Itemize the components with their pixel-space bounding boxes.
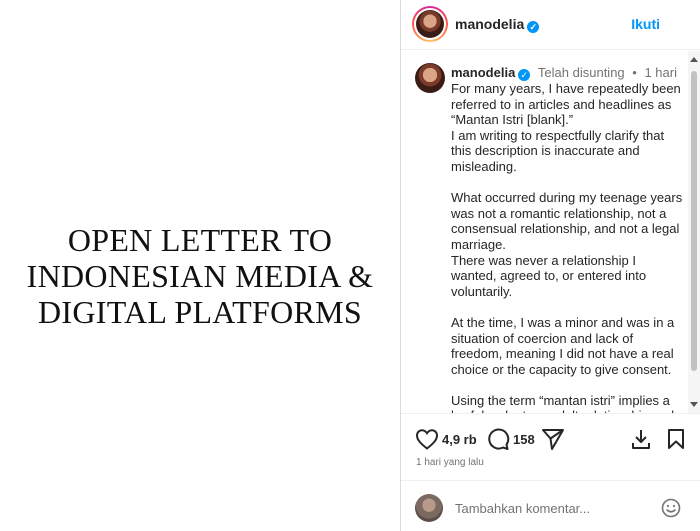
scroll-down-arrow-icon[interactable] (690, 402, 698, 407)
post-side-panel: manodelia ✓ Ikuti manodelia ✓ Telah disunt… (401, 0, 700, 531)
share-send-icon[interactable] (541, 428, 565, 450)
download-icon[interactable] (630, 428, 652, 450)
comment-input[interactable] (455, 498, 645, 518)
headline-line: DIGITAL PLATFORMS (37, 293, 363, 330)
caption-avatar[interactable] (415, 63, 445, 93)
caption-gap (451, 377, 683, 393)
bookmark-save-icon[interactable] (666, 428, 686, 450)
verified-badge-icon: ✓ (527, 21, 540, 33)
caption: manodelia ✓ Telah disunting • 1 hari For … (451, 65, 683, 413)
headline-line: INDONESIAN MEDIA & (26, 257, 374, 294)
caption-meta: manodelia ✓ Telah disunting • 1 hari (451, 65, 683, 81)
comments-scroll-area[interactable]: manodelia ✓ Telah disunting • 1 hari For … (401, 51, 700, 413)
add-comment-bar (401, 480, 700, 531)
author-username-container: manodelia ✓ (455, 16, 540, 33)
avatar-image (416, 10, 444, 38)
caption-line: At the time, I was a minor and was in a … (451, 314, 675, 377)
action-bar: 4,9 rb 158 (401, 413, 700, 463)
caption-username[interactable]: manodelia (451, 65, 515, 80)
meta-separator: • (632, 65, 637, 80)
verified-badge-icon: ✓ (518, 69, 531, 81)
edited-label: Telah disunting (537, 65, 625, 80)
like-count[interactable]: 4,9 rb (442, 432, 477, 447)
caption-line: For many years, I have repeatedly been r… (451, 81, 681, 128)
scroll-up-arrow-icon[interactable] (690, 57, 698, 62)
post-header: manodelia ✓ Ikuti (401, 0, 700, 50)
current-user-avatar (415, 494, 443, 522)
caption-line: I am writing to respectfully clarify tha… (451, 127, 665, 174)
caption-gap (451, 299, 683, 315)
caption-line: What occurred during my teenage years wa… (451, 190, 683, 252)
caption-time[interactable]: 1 hari (644, 65, 677, 80)
post-image[interactable]: OPEN LETTER TO INDONESIAN MEDIA & DIGITA… (0, 0, 401, 531)
follow-button[interactable]: Ikuti (631, 16, 660, 32)
emoji-smiley-icon[interactable] (661, 498, 681, 518)
scrollbar[interactable] (688, 51, 700, 413)
comment-count[interactable]: 158 (513, 432, 535, 447)
caption-line: There was never a relationship I wanted,… (451, 252, 647, 299)
scrollbar-thumb[interactable] (691, 71, 697, 371)
like-heart-icon[interactable] (415, 428, 439, 450)
post-headline: OPEN LETTER TO INDONESIAN MEDIA & DIGITA… (27, 222, 374, 330)
author-username[interactable]: manodelia (455, 16, 524, 32)
caption-line: Using the term “mantan istri” implies a … (451, 392, 674, 413)
post-time-ago[interactable]: 1 hari yang lalu (416, 457, 484, 468)
comment-bubble-icon[interactable] (486, 428, 510, 450)
caption-gap (451, 175, 683, 191)
headline-line: OPEN LETTER TO (67, 221, 333, 258)
author-avatar[interactable] (412, 6, 448, 42)
